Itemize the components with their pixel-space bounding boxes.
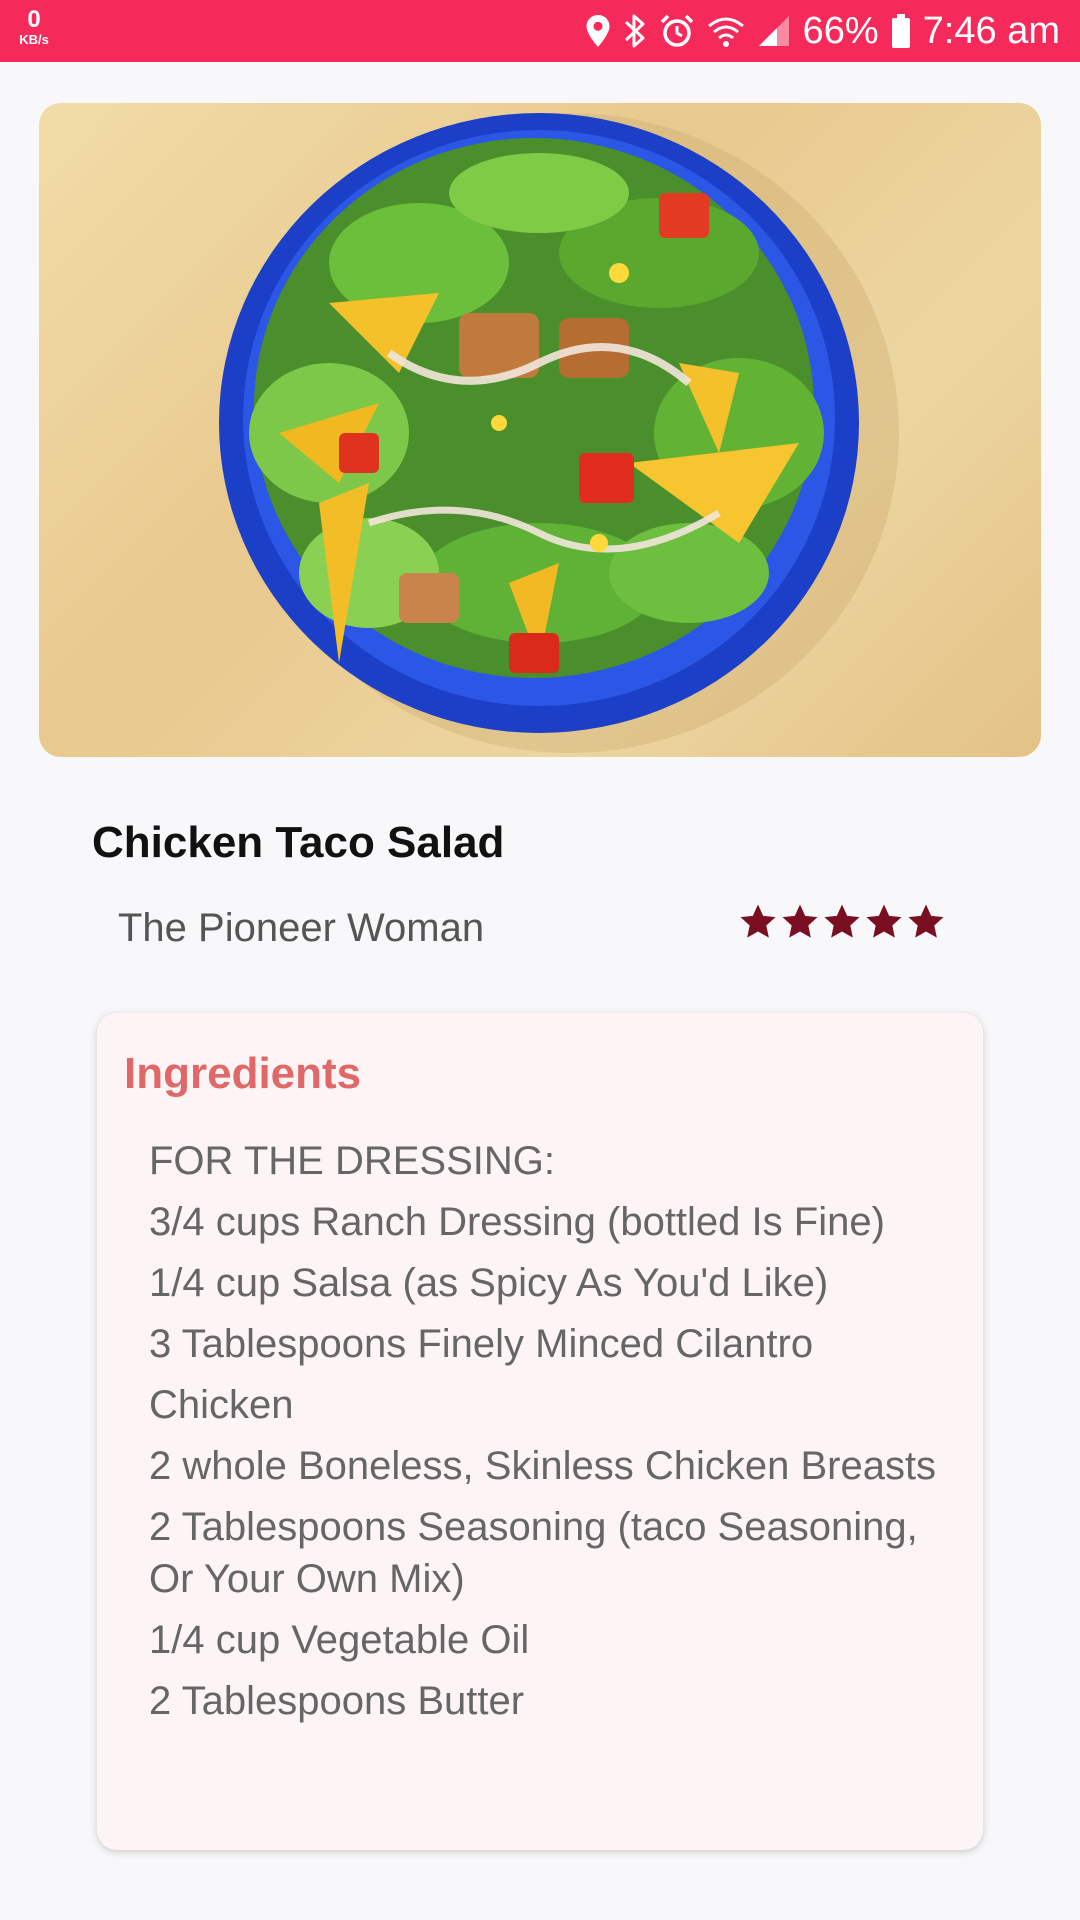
ingredient-item: 1/4 cup Vegetable Oil [149,1618,530,1662]
ingredient-item: 2 whole Boneless, Skinless Chicken Breas… [149,1444,937,1488]
status-bar: 0 KB/s 66% 7:46 am [0,0,1080,62]
recipe-image [39,103,1041,757]
ingredient-item: Chicken [149,1383,294,1427]
recipe-title: Chicken Taco Salad [92,818,505,867]
wifi-icon [707,17,744,47]
ingredient-item: FOR THE DRESSING: [149,1139,555,1183]
clock: 7:46 am [922,9,1060,52]
star-icon [866,904,902,938]
ingredient-item: 2 Tablespoons Butter [149,1679,525,1723]
star-icon [908,904,944,938]
star-icon [824,904,860,938]
ingredients-list: FOR THE DRESSING: 3/4 cups Ranch Dressing… [149,1135,949,1736]
network-speed-unit: KB/s [19,32,49,47]
recipe-author: The Pioneer Woman [118,906,485,950]
alarm-icon [660,14,693,47]
signal-icon [758,16,789,46]
battery-icon [891,14,910,48]
star-icon [740,904,776,938]
ingredients-heading: Ingredients [124,1049,362,1098]
bluetooth-icon [624,14,645,48]
network-speed-value: 0 [27,6,41,33]
salad-bowl-illustration [219,113,899,753]
star-icon [782,904,818,938]
network-speed: 0 KB/s [14,6,54,47]
ingredient-item: 1/4 cup Salsa (as Spicy As You'd Like) [149,1261,829,1305]
battery-percent: 66% [802,9,879,52]
location-icon [586,15,610,47]
ingredient-item: 3 Tablespoons Finely Minced Cilantro [149,1322,814,1366]
ingredient-item: 3/4 cups Ranch Dressing (bottled Is Fine… [149,1200,885,1244]
ingredients-card: Ingredients FOR THE DRESSING: 3/4 cups Ra… [97,1013,983,1850]
rating-stars [738,902,946,950]
ingredient-item: 2 Tablespoons Seasoning (taco Seasoning,… [149,1505,918,1601]
